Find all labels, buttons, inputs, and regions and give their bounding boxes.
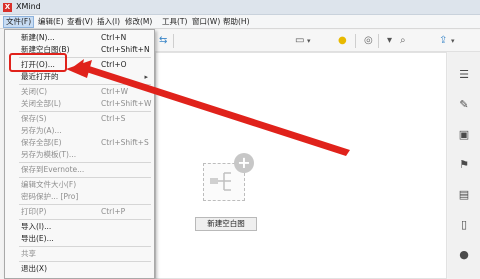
annotation-arrow: [66, 59, 350, 156]
